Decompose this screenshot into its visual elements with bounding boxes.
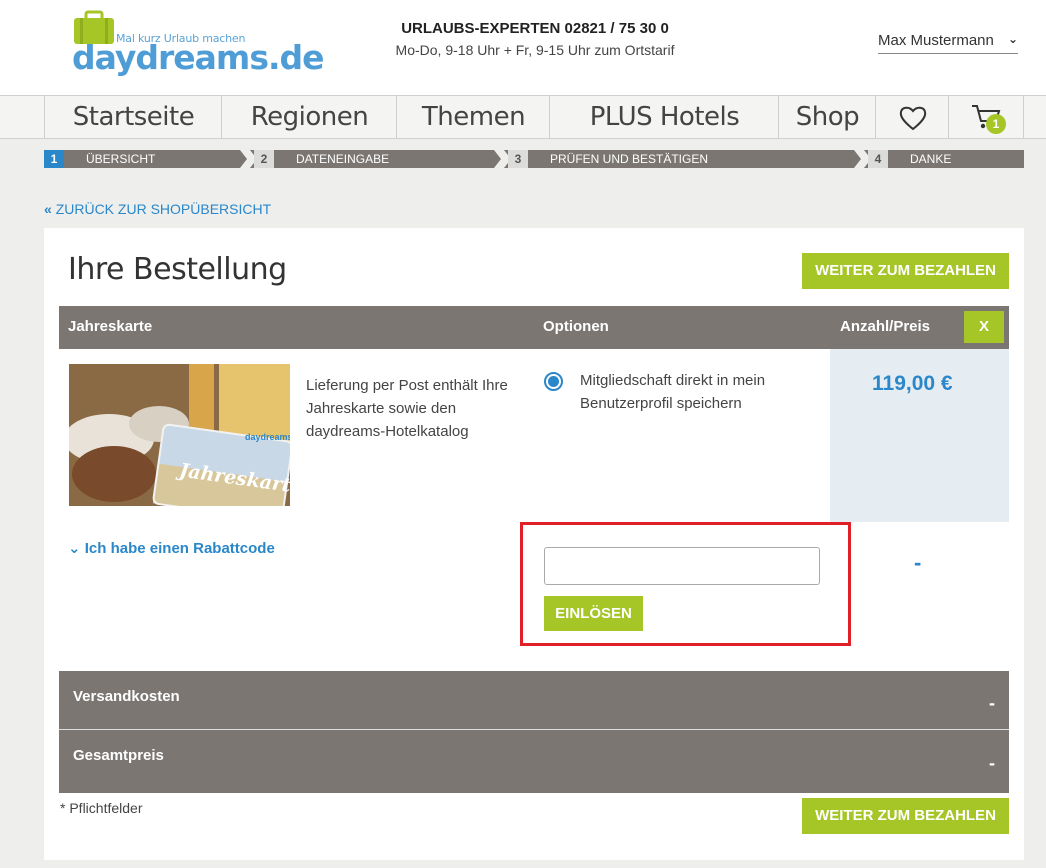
col-jahreskarte: Jahreskarte [68,318,153,335]
total-row: Gesamtpreis - [59,731,1009,790]
back-to-shop-link[interactable]: « ZURÜCK ZUR SHOPÜBERSICHT [44,201,271,217]
discount-code-input[interactable] [544,547,820,585]
shipping-row: Versandkosten - [59,671,1009,730]
nav-themen[interactable]: Themen [396,96,550,139]
checkout-steps: 1 ÜBERSICHT 2 DATENEINGABE 3 PRÜFEN UND BES… [44,150,1024,168]
step-danke: 4 DANKE [868,150,1024,168]
contact-hours: Mo-Do, 9-18 Uhr + Fr, 9-15 Uhr zum Ortst… [395,42,675,58]
heart-icon [899,106,926,131]
contact-info: URLAUBS-EXPERTEN 02821 / 75 30 0 Mo-Do, … [380,20,690,61]
order-panel: Ihre Bestellung WEITER ZUM BEZAHLEN Jahr… [44,228,1024,860]
site-header: Mal kurz Urlaub machen daydreams.de URLA… [0,0,1046,95]
user-menu-dropdown[interactable]: Max Mustermann ⌄ [878,32,1018,54]
chevron-down-icon: ⌄ [68,540,81,557]
main-nav: Startseite Regionen Themen PLUS Hotels S… [0,95,1046,139]
step-num: 4 [868,150,888,168]
logo-brand: daydreams.de [72,38,325,77]
save-membership-label: Mitgliedschaft direkt in mein Benutzerpr… [580,372,766,412]
discount-code-toggle[interactable]: ⌄ Ich habe einen Rabattcode [68,539,275,557]
step-label: PRÜFEN UND BESTÄTIGEN [550,152,709,166]
required-fields-note: * Pflichtfelder [60,800,143,816]
order-table-header: Jahreskarte Optionen Anzahl/Preis X [59,306,1009,349]
user-name: Max Mustermann [878,32,994,49]
step-uebersicht: 1 ÜBERSICHT [44,150,240,168]
save-membership-radio[interactable] [544,372,563,391]
nav-wishlist[interactable] [875,96,949,139]
col-anzahl-preis: Anzahl/Preis [840,318,931,335]
card-brand-text: daydreams.de [245,432,290,442]
nav-cart[interactable] [948,96,1024,139]
step-num: 3 [508,150,528,168]
nav-startseite[interactable]: Startseite [44,96,222,139]
cart-count-badge: 1 [986,114,1006,134]
total-value: - [989,753,995,773]
redeem-button[interactable]: EINLÖSEN [544,596,643,631]
discount-toggle-label: Ich habe einen Rabattcode [84,540,275,557]
continue-to-payment-button-bottom[interactable]: WEITER ZUM BEZAHLEN [802,798,1009,834]
step-num: 2 [254,150,274,168]
discount-value: - [914,550,922,575]
site-logo[interactable]: Mal kurz Urlaub machen daydreams.de [72,8,325,78]
remove-item-button[interactable]: X [964,311,1004,343]
nav-regionen[interactable]: Regionen [221,96,397,139]
back-link-label: ZURÜCK ZUR SHOPÜBERSICHT [55,201,272,217]
chevron-down-icon: ⌄ [1007,32,1018,46]
shipping-value: - [989,693,995,713]
contact-phone: URLAUBS-EXPERTEN 02821 / 75 30 0 [401,20,669,37]
step-num: 1 [44,150,64,168]
product-image-jahreskarte: daydreams.de Jahreskarte [69,364,290,506]
col-optionen: Optionen [543,318,609,335]
step-label: DATENEINGABE [296,152,390,166]
nav-plus-hotels[interactable]: PLUS Hotels [549,96,779,139]
nav-shop[interactable]: Shop [778,96,876,139]
page-title: Ihre Bestellung [68,252,287,287]
double-chevron-left-icon: « [44,201,52,217]
step-label: ÜBERSICHT [86,152,156,166]
step-dateneingabe: 2 DATENEINGABE [254,150,494,168]
shipping-label: Versandkosten [73,688,180,705]
step-label: DANKE [910,152,952,166]
order-summary: Versandkosten - Gesamtpreis - [59,671,1009,793]
continue-to-payment-button[interactable]: WEITER ZUM BEZAHLEN [802,253,1009,289]
item-price: 119,00 € [872,372,953,395]
total-label: Gesamtpreis [73,747,164,764]
step-pruefen: 3 PRÜFEN UND BESTÄTIGEN [508,150,854,168]
product-description: Lieferung per Post enthält Ihre Jahreska… [306,377,508,440]
